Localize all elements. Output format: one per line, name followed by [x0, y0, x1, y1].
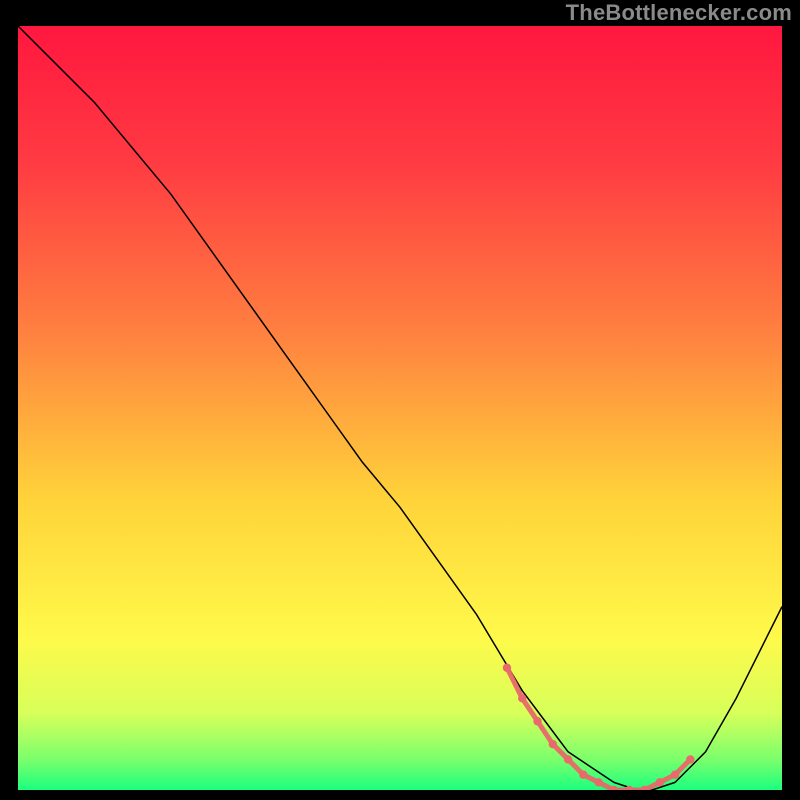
gradient-background	[18, 26, 782, 790]
watermark-text: TheBottlenecker.com	[566, 0, 792, 26]
chart-svg	[18, 26, 782, 790]
chart-frame: TheBottlenecker.com	[0, 0, 800, 800]
plot-area	[18, 26, 782, 790]
